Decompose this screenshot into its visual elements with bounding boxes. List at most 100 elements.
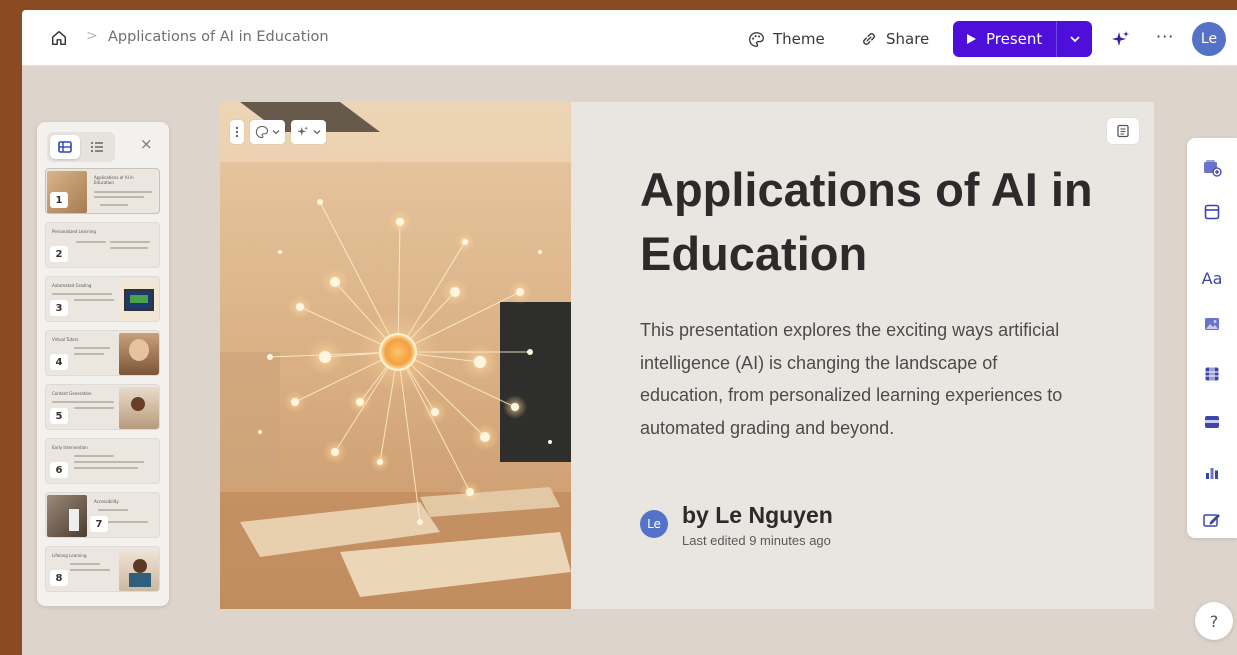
chevron-down-icon [1070,36,1080,43]
ai-image-button[interactable] [291,120,326,144]
embed-icon [1205,416,1219,428]
author-info: by Le Nguyen Last edited 9 minutes ago [682,502,833,548]
app-window: > Applications of AI in Education Theme … [22,10,1237,655]
thumbnail-text-line [52,293,112,295]
top-bar: > Applications of AI in Education Theme … [22,10,1237,66]
breadcrumb-separator: > [86,28,98,44]
slide-title[interactable]: Applications of AI in Education [640,158,1110,286]
avatar[interactable]: Le [1192,22,1226,56]
thumbnail-text-line [74,299,114,301]
thumbnail-text-line [74,455,114,457]
draw-button[interactable] [1200,508,1224,532]
list-view-button[interactable] [82,135,112,159]
slide-image[interactable] [220,102,571,609]
thumbnail-title: Early Intervention [52,445,88,450]
view-toggle [47,132,115,162]
image-style-button[interactable] [250,120,285,144]
slide-thumbnail[interactable]: Content Generation 5 [45,384,160,430]
sparkle-icon [297,126,309,136]
slide-body-text[interactable]: This presentation explores the exciting … [640,314,1070,444]
author-row: Le by Le Nguyen Last edited 9 minutes ag… [640,502,833,548]
author-name[interactable]: by Le Nguyen [682,502,833,529]
theme-button[interactable]: Theme [742,23,831,55]
thumbnail-text-line [70,563,100,565]
slide-thumbnail[interactable]: Early Intervention 6 [45,438,160,484]
chart-icon [1206,468,1218,479]
thumbnail-number: 4 [50,354,68,370]
speaker-notes-button[interactable] [1107,118,1139,144]
add-card-button[interactable] [1200,156,1224,180]
text-button[interactable]: Aa [1200,266,1224,290]
palette-icon [749,31,764,47]
present-button[interactable]: Present [953,21,1057,57]
thumbnail-image [47,495,87,537]
thumbnail-text-line [74,353,104,355]
thumbnail-text-line [74,407,114,409]
thumbnail-text-line [74,347,110,349]
image-menu-button[interactable] [230,120,244,144]
thumbnail-number: 6 [50,462,68,478]
share-label: Share [886,30,930,48]
thumbnail-title: Accessibility [94,499,119,504]
thumbnail-text-line [74,461,144,463]
slide-thumbnail[interactable]: Applications of AI in Education 1 [45,168,160,214]
notes-icon [1117,124,1129,138]
close-panel-button[interactable]: × [140,135,153,153]
add-card-icon [1204,160,1222,177]
sparkle-icon[interactable] [1110,29,1132,51]
slide-thumbnail[interactable]: Automated Grading 3 [45,276,160,322]
thumbnail-text-line [94,196,144,198]
thumbnail-number: 2 [50,246,68,262]
cards-view-icon [58,141,72,153]
thumbnail-image [119,333,159,375]
link-icon [863,33,875,45]
last-edited-text: Last edited 9 minutes ago [682,533,831,548]
slide-thumbnail[interactable]: Accessibility 7 [45,492,160,538]
thumbnail-text-line [94,191,152,193]
chevron-down-icon [272,130,280,135]
text-icon: Aa [1201,268,1223,288]
author-avatar: Le [640,510,668,538]
thumbnail-number: 8 [50,570,68,586]
thumbnail-title: Content Generation [52,391,92,396]
play-icon [967,34,976,44]
layout-button[interactable] [1200,200,1224,224]
video-button[interactable] [1200,362,1224,386]
thumbnail-number: 5 [50,408,68,424]
slide-thumbnail[interactable]: Lifelong Learning 8 [45,546,160,592]
thumbnail-number: 7 [90,516,108,532]
help-button[interactable]: ? [1195,602,1233,640]
thumbnail-text-line [70,569,110,571]
present-dropdown-button[interactable] [1056,21,1093,57]
insert-tool-rail: Aa [1187,138,1237,538]
thumbnail-number: 1 [50,192,68,208]
image-button[interactable] [1200,312,1224,336]
layout-icon [1204,204,1220,220]
chevron-down-icon [313,130,321,135]
slide-thumbnail[interactable]: Virtual Tutors 4 [45,330,160,376]
theme-label: Theme [773,30,825,48]
present-label: Present [986,30,1043,48]
more-options-button[interactable]: ··· [1156,27,1174,46]
present-group: Present [953,21,1093,57]
slide-canvas[interactable]: Applications of AI in Education This pre… [220,102,1154,609]
thumbnail-title: Automated Grading [52,283,92,288]
embed-button[interactable] [1200,410,1224,434]
chart-button[interactable] [1200,460,1224,484]
thumbnail-text-line [110,241,150,243]
thumbnail-title: Personalized Learning [52,229,96,234]
slide-thumbnail[interactable]: Personalized Learning 2 [45,222,160,268]
thumbnail-text-line [110,247,148,249]
home-icon[interactable] [50,29,68,47]
thumbnail-title: Lifelong Learning [52,553,87,558]
thumbnail-image [119,549,159,591]
share-button[interactable]: Share [854,23,935,55]
slide-thumbnail-panel: × Applications of AI in Education 1 Pers… [37,122,169,606]
card-view-button[interactable] [50,135,80,159]
thumbnail-text-line [98,509,128,511]
thumbnail-number: 3 [50,300,68,316]
vertical-dots-icon [235,126,239,138]
thumbnail-image [119,387,159,429]
breadcrumb-title[interactable]: Applications of AI in Education [108,29,329,45]
thumbnail-text-line [52,401,114,403]
